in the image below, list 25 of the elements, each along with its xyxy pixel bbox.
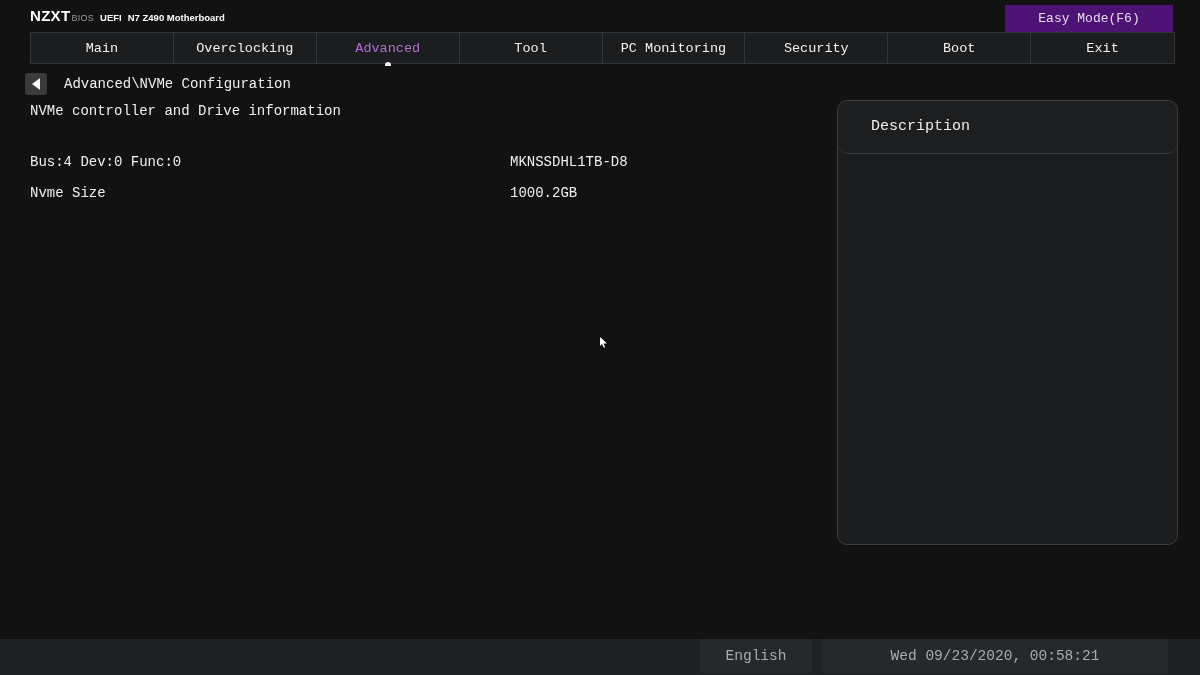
menu-tab[interactable]: Exit — [1031, 33, 1174, 63]
menu-tab[interactable]: Tool — [459, 33, 603, 63]
language-selector[interactable]: English — [700, 639, 812, 673]
menu-tab[interactable]: Advanced — [316, 33, 460, 63]
menu-tab[interactable]: Overclocking — [173, 33, 317, 63]
brand-logo: NZXT — [30, 7, 71, 24]
menu-tab[interactable]: Security — [745, 33, 889, 63]
menu-tab[interactable]: Main — [31, 33, 174, 63]
firmware-label: UEFI — [100, 12, 122, 23]
panel-title: Description — [871, 117, 971, 137]
info-value: MKNSSDHL1TB-D8 — [510, 152, 628, 172]
info-label: Bus:4 Dev:0 Func:0 — [30, 152, 182, 172]
menu-tab[interactable]: Boot — [888, 33, 1032, 63]
board-name: N7 Z490 Motherboard — [127, 12, 225, 23]
back-button[interactable] — [25, 73, 47, 95]
menu-tab[interactable]: PC Monitoring — [602, 33, 746, 63]
info-label: Nvme Size — [30, 183, 106, 203]
mouse-cursor-icon — [600, 337, 607, 348]
breadcrumb-path: Advanced\NVMe Configuration — [64, 75, 291, 94]
easy-mode-button[interactable]: Easy Mode(F6) — [1005, 4, 1173, 32]
section-title: NVMe controller and Drive information — [29, 102, 341, 121]
left-triangle-icon — [32, 78, 40, 90]
product-label: BIOS — [71, 13, 95, 23]
info-value: 1000.2GB — [510, 183, 578, 203]
date-time: Wed 09/23/2020, 00:58:21 — [822, 639, 1168, 673]
